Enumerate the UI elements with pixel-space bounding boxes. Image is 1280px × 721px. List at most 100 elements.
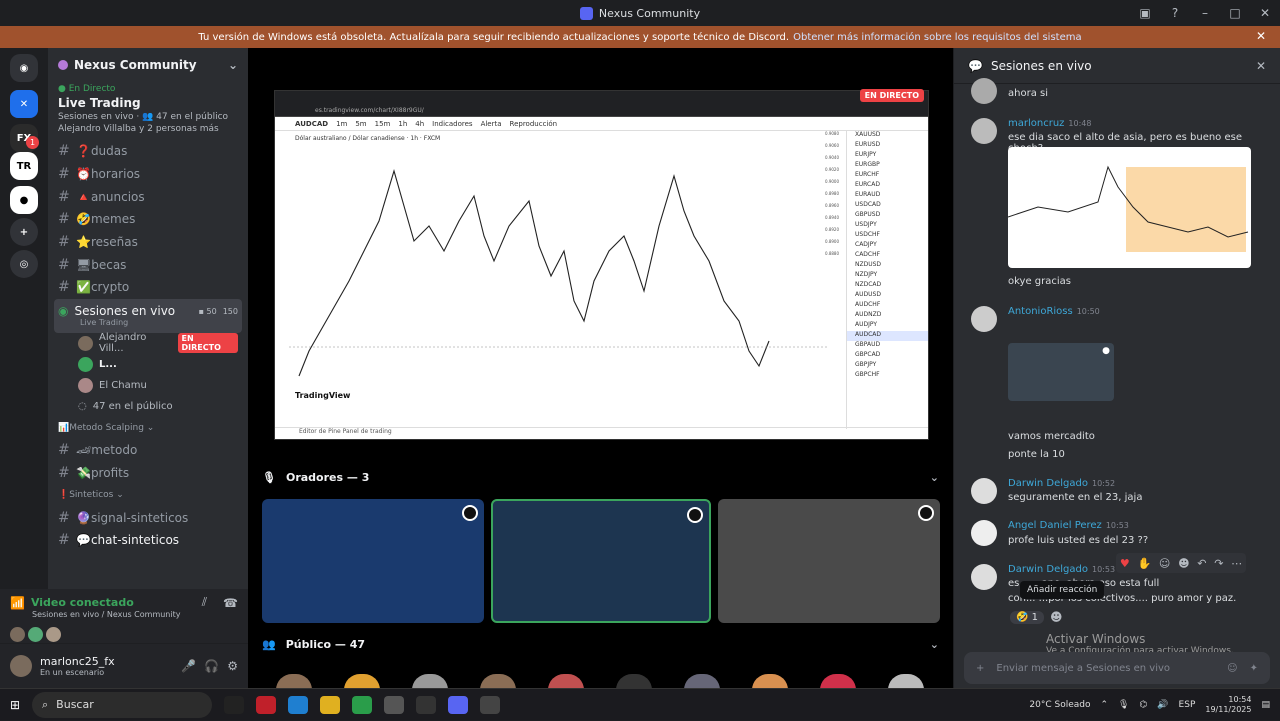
channel-dudas[interactable]: # ❓dudas bbox=[48, 140, 248, 163]
settings-gear-icon[interactable]: ⚙ bbox=[227, 659, 238, 673]
channel-profits[interactable]: # 💸profits bbox=[48, 462, 248, 485]
add-attachment-icon[interactable]: + bbox=[976, 663, 984, 674]
speaker-tile-active[interactable] bbox=[491, 499, 711, 623]
channel-chat-sinteticos[interactable]: # 💬chat-sinteticos bbox=[48, 529, 248, 552]
headphones-icon[interactable]: 🎧 bbox=[204, 659, 219, 673]
notion-icon[interactable] bbox=[384, 695, 404, 714]
hand-reaction-icon[interactable]: ✋ bbox=[1137, 557, 1151, 570]
message-placeholder: Enviar mensaje a Sesiones en vivo bbox=[996, 662, 1171, 674]
channel-resenas[interactable]: # ⭐reseñas bbox=[48, 231, 248, 254]
chart-image-attachment[interactable] bbox=[1008, 147, 1251, 268]
discord-home-icon[interactable]: ◉ bbox=[10, 54, 38, 82]
live-badge: EN DIRECTO bbox=[859, 89, 924, 102]
category-sinteticos[interactable]: ❗Sinteticos ⌄ bbox=[48, 484, 248, 506]
laugh-emoji-icon: 🤣 bbox=[1016, 611, 1029, 623]
message-actions-bar: ♥ ✋ ☺ ☻ ↶ ↷ ⋯ bbox=[1116, 553, 1246, 573]
opera-icon[interactable] bbox=[256, 695, 276, 714]
channel-anuncios[interactable]: # 🔺anuncios bbox=[48, 185, 248, 208]
notification-icon[interactable]: ▤ bbox=[1261, 700, 1270, 710]
windows-start-icon[interactable]: ⊞ bbox=[10, 698, 20, 712]
channel-horarios[interactable]: # ⏰horarios bbox=[48, 163, 248, 186]
add-reaction-icon[interactable]: ☻ bbox=[1178, 557, 1189, 570]
channel-memes[interactable]: # 🤣memes bbox=[48, 208, 248, 231]
hash-icon: # bbox=[58, 143, 70, 160]
speaker-tile[interactable] bbox=[262, 499, 484, 623]
stage-moderator-icon bbox=[918, 505, 934, 521]
microphone-icon: 🎙 bbox=[262, 470, 276, 484]
heart-reaction-icon[interactable]: ♥ bbox=[1120, 557, 1130, 570]
live-dot-icon: ● bbox=[58, 84, 66, 94]
add-reaction-icon[interactable]: ☻ bbox=[1050, 610, 1063, 624]
more-options-icon[interactable]: ⋯ bbox=[1231, 557, 1242, 570]
channel-metodo[interactable]: # 🏎metodo bbox=[48, 439, 248, 462]
banner-link[interactable]: Obtener más información sobre los requis… bbox=[793, 32, 1082, 43]
server-icon-tr[interactable]: TR bbox=[10, 152, 38, 180]
microphone-tray-icon[interactable]: 🎙 bbox=[1118, 700, 1129, 710]
capcut-icon[interactable] bbox=[416, 695, 436, 714]
speakers-header[interactable]: 🎙 Oradores — 3 ⌄ bbox=[248, 466, 953, 488]
maximize-button[interactable]: □ bbox=[1220, 6, 1250, 20]
banner-close-icon[interactable]: ✕ bbox=[1256, 29, 1266, 43]
screen-share-stream[interactable]: es.tradingview.com/chart/XI88r9GU/ AUDCA… bbox=[274, 89, 929, 440]
audience-header[interactable]: 👥 Público — 47 ⌄ bbox=[248, 633, 953, 655]
disconnect-icon[interactable]: ☎ bbox=[223, 596, 238, 610]
explore-icon[interactable]: ◎ bbox=[10, 250, 38, 278]
audience-count[interactable]: ◌ 47 en el público bbox=[48, 396, 248, 417]
avatar bbox=[971, 564, 997, 590]
speaker-tile[interactable] bbox=[718, 499, 940, 623]
voice-user[interactable]: El Chamu bbox=[48, 375, 248, 396]
edge-icon[interactable] bbox=[288, 695, 308, 714]
reply-icon[interactable]: ↶ bbox=[1197, 557, 1206, 570]
add-server-icon[interactable]: + bbox=[10, 218, 38, 246]
window-title-text: Nexus Community bbox=[598, 6, 701, 20]
app-icon[interactable] bbox=[480, 695, 500, 714]
language[interactable]: ESP bbox=[1179, 700, 1196, 710]
inbox-icon[interactable]: ▣ bbox=[1130, 6, 1160, 20]
apps-icon[interactable]: ✦ bbox=[1250, 663, 1258, 674]
file-explorer-icon[interactable] bbox=[320, 695, 340, 714]
chevron-down-icon[interactable]: ⌄ bbox=[228, 58, 238, 72]
volume-icon[interactable]: 🔊 bbox=[1157, 700, 1168, 710]
voice-channel-sesiones[interactable]: ◉ Sesiones en vivo ▪ 50 150 Live Trading bbox=[54, 298, 242, 333]
help-icon[interactable]: ? bbox=[1160, 6, 1190, 20]
chrome-icon[interactable] bbox=[352, 695, 372, 714]
chevron-down-icon[interactable]: ⌄ bbox=[930, 638, 939, 651]
server-icon-circle[interactable]: ● bbox=[10, 186, 38, 214]
user-avatar[interactable] bbox=[10, 655, 32, 677]
system-tray: 20°C Soleado ⌃ 🎙 ⌬ 🔊 ESP 10:54 19/11/202… bbox=[1029, 689, 1270, 721]
hash-icon: # bbox=[58, 256, 70, 273]
emoji-icon[interactable]: ☺ bbox=[1227, 663, 1237, 674]
chevron-up-icon[interactable]: ⌃ bbox=[1100, 700, 1108, 710]
close-icon[interactable]: ✕ bbox=[1256, 59, 1266, 73]
hash-icon: # bbox=[58, 464, 70, 481]
channel-becas[interactable]: # 🖥becas bbox=[48, 253, 248, 276]
live-event-card[interactable]: ● En Directo Live Trading Sesiones en vi… bbox=[48, 82, 248, 140]
message: marloncruz 10:48 bbox=[1008, 118, 1092, 129]
close-button[interactable]: ✕ bbox=[1250, 6, 1280, 20]
mute-icon[interactable]: 🎤 bbox=[181, 659, 196, 673]
chevron-down-icon[interactable]: ⌄ bbox=[930, 471, 939, 484]
network-icon[interactable]: ⌬ bbox=[1139, 700, 1147, 710]
reaction-chip[interactable]: 🤣 1 bbox=[1010, 610, 1045, 624]
video-attachment[interactable]: ● bbox=[1008, 343, 1114, 401]
minimize-button[interactable]: – bbox=[1190, 6, 1220, 20]
taskbar-search[interactable]: ⌕ Buscar bbox=[32, 691, 212, 718]
window-controls: ▣ ? – □ ✕ bbox=[1130, 0, 1280, 26]
server-header[interactable]: Nexus Community ⌄ bbox=[48, 48, 248, 82]
clock[interactable]: 10:54 19/11/2025 bbox=[1205, 695, 1251, 715]
discord-taskbar-icon[interactable] bbox=[448, 695, 468, 714]
username: marlonc25_fx bbox=[40, 655, 115, 668]
task-view-icon[interactable] bbox=[224, 695, 244, 714]
channel-crypto[interactable]: # ✅crypto bbox=[48, 276, 248, 299]
channel-signal-sinteticos[interactable]: # 🔮signal-sinteticos bbox=[48, 506, 248, 529]
smile-reaction-icon[interactable]: ☺ bbox=[1159, 557, 1170, 570]
weather[interactable]: 20°C Soleado bbox=[1029, 700, 1090, 710]
noise-suppression-icon[interactable]: ⫽ bbox=[202, 595, 207, 610]
voice-user[interactable]: L... bbox=[48, 354, 248, 375]
message-input[interactable]: + Enviar mensaje a Sesiones en vivo ☺ ✦ bbox=[964, 652, 1270, 684]
message-text: profe luis usted es del 23 ?? bbox=[1008, 535, 1149, 546]
voice-user[interactable]: Alejandro Vill... EN DIRECTO bbox=[48, 332, 248, 354]
category-scalping[interactable]: 📊Metodo Scalping ⌄ bbox=[48, 417, 248, 439]
forward-icon[interactable]: ↷ bbox=[1214, 557, 1223, 570]
server-icon-active[interactable]: ✕ bbox=[10, 90, 38, 118]
